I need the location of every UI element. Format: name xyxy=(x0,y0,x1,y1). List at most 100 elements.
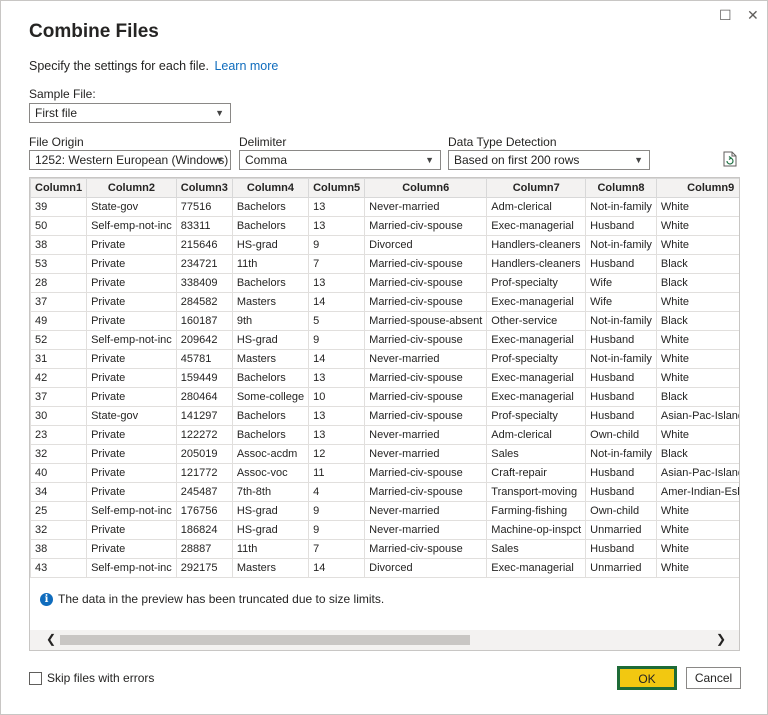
table-cell: Black xyxy=(655,254,739,274)
sample-file-label: Sample File: xyxy=(29,87,96,101)
table-row: 30 State-gov 141297 Bachelors 13 Married-civ-… xyxy=(30,406,739,426)
column-header[interactable]: Column7 xyxy=(486,178,587,198)
column-header[interactable]: Column4 xyxy=(231,178,310,198)
skip-errors-checkbox[interactable] xyxy=(29,671,42,685)
table-cell: 49 xyxy=(30,311,88,331)
table-cell: 14 xyxy=(308,558,366,578)
table-cell: Prof-specialty xyxy=(486,273,587,293)
column-header[interactable]: Column5 xyxy=(308,178,366,198)
table-cell: Adm-clerical xyxy=(486,197,587,217)
table-cell: Exec-managerial xyxy=(486,558,587,578)
table-cell: Private xyxy=(86,254,177,274)
column-header[interactable]: Column1 xyxy=(30,178,88,198)
table-cell: 5 xyxy=(308,311,366,331)
table-row: 23 Private 122272 Bachelors 13 Never-married A… xyxy=(30,425,739,445)
skip-errors-option[interactable]: Skip files with errors xyxy=(29,671,154,685)
table-row: 53 Private 234721 11th 7 Married-civ-spouse Ha… xyxy=(30,254,739,274)
table-cell: Never-married xyxy=(364,197,488,217)
table-cell: White xyxy=(655,216,739,236)
table-cell: Never-married xyxy=(364,520,488,540)
table-cell: State-gov xyxy=(86,197,177,217)
scroll-left-icon[interactable]: ❮ xyxy=(46,632,56,646)
table-cell: 209642 xyxy=(175,330,233,350)
table-cell: Divorced xyxy=(364,235,488,255)
table-cell: 43 xyxy=(30,558,88,578)
table-cell: 215646 xyxy=(175,235,233,255)
table-cell: Craft-repair xyxy=(486,463,587,483)
column-header[interactable]: Column3 xyxy=(175,178,233,198)
chevron-down-icon: ▼ xyxy=(425,155,434,165)
table-cell: Not-in-family xyxy=(585,197,657,217)
table-cell: Husband xyxy=(585,482,657,502)
table-cell: Sales xyxy=(486,444,587,464)
type-detection-select[interactable]: Based on first 200 rows ▼ xyxy=(448,150,650,170)
ok-button[interactable]: OK xyxy=(617,666,677,690)
column-header[interactable]: Column9 xyxy=(655,178,739,198)
table-row: 40 Private 121772 Assoc-voc 11 Married-civ-sp… xyxy=(30,463,739,483)
table-cell: White xyxy=(655,349,739,369)
table-cell: 122272 xyxy=(175,425,233,445)
table-cell: 13 xyxy=(308,216,366,236)
table-cell: Bachelors xyxy=(231,216,310,236)
table-cell: Never-married xyxy=(364,444,488,464)
table-cell: 31 xyxy=(30,349,88,369)
column-header[interactable]: Column2 xyxy=(86,178,177,198)
table-cell: 32 xyxy=(30,520,88,540)
table-cell: Husband xyxy=(585,330,657,350)
table-cell: 280464 xyxy=(175,387,233,407)
table-cell: Black xyxy=(655,311,739,331)
type-detection-value: Based on first 200 rows xyxy=(454,153,580,167)
maximize-icon[interactable]: ☐ xyxy=(719,7,732,24)
scroll-right-icon[interactable]: ❯ xyxy=(716,632,726,646)
table-cell: 11 xyxy=(308,463,366,483)
table-cell: Married-civ-spouse xyxy=(364,482,488,502)
column-header[interactable]: Column8 xyxy=(585,178,657,198)
table-cell: Divorced xyxy=(364,558,488,578)
table-cell: Private xyxy=(86,520,177,540)
table-cell: Not-in-family xyxy=(585,349,657,369)
scrollbar-thumb[interactable] xyxy=(60,635,470,645)
table-cell: Prof-specialty xyxy=(486,349,587,369)
close-icon[interactable]: ✕ xyxy=(747,7,759,24)
column-header[interactable]: Column6 xyxy=(364,178,488,198)
table-row: 25 Self-emp-not-inc 176756 HS-grad 9 Never-ma… xyxy=(30,501,739,521)
table-cell: Married-civ-spouse xyxy=(364,539,488,559)
table-cell: 28 xyxy=(30,273,88,293)
table-cell: 42 xyxy=(30,368,88,388)
table-row: 50 Self-emp-not-inc 83311 Bachelors 13 Marrie… xyxy=(30,216,739,236)
table-cell: 37 xyxy=(30,387,88,407)
sample-file-select[interactable]: First file ▼ xyxy=(29,103,231,123)
learn-more-link[interactable]: Learn more xyxy=(214,59,278,73)
table-cell: 9 xyxy=(308,235,366,255)
type-detection-label: Data Type Detection xyxy=(448,135,557,149)
table-cell: 30 xyxy=(30,406,88,426)
table-cell: Exec-managerial xyxy=(486,368,587,388)
file-origin-label: File Origin xyxy=(29,135,84,149)
table-cell: Other-service xyxy=(486,311,587,331)
table-cell: Married-civ-spouse xyxy=(364,368,488,388)
table-cell: 176756 xyxy=(175,501,233,521)
table-cell: Wife xyxy=(585,292,657,312)
table-cell: White xyxy=(655,520,739,540)
table-cell: Married-civ-spouse xyxy=(364,463,488,483)
cancel-button[interactable]: Cancel xyxy=(686,667,741,689)
table-cell: Husband xyxy=(585,406,657,426)
table-cell: Private xyxy=(86,273,177,293)
table-cell: 9 xyxy=(308,501,366,521)
table-cell: Married-spouse-absent xyxy=(364,311,488,331)
table-cell: 39 xyxy=(30,197,88,217)
file-origin-select[interactable]: 1252: Western European (Windows) ▼ xyxy=(29,150,231,170)
table-cell: HS-grad xyxy=(231,235,310,255)
table-cell: 77516 xyxy=(175,197,233,217)
table-cell: 186824 xyxy=(175,520,233,540)
refresh-file-icon[interactable] xyxy=(723,151,737,167)
table-row: 42 Private 159449 Bachelors 13 Married-civ-sp… xyxy=(30,368,739,388)
table-cell: 23 xyxy=(30,425,88,445)
table-cell: 141297 xyxy=(175,406,233,426)
horizontal-scrollbar[interactable]: ❮ ❯ xyxy=(30,630,739,650)
table-cell: Bachelors xyxy=(231,273,310,293)
delimiter-select[interactable]: Comma ▼ xyxy=(239,150,441,170)
table-cell: Not-in-family xyxy=(585,444,657,464)
table-cell: White xyxy=(655,292,739,312)
table-cell: 11th xyxy=(231,254,310,274)
